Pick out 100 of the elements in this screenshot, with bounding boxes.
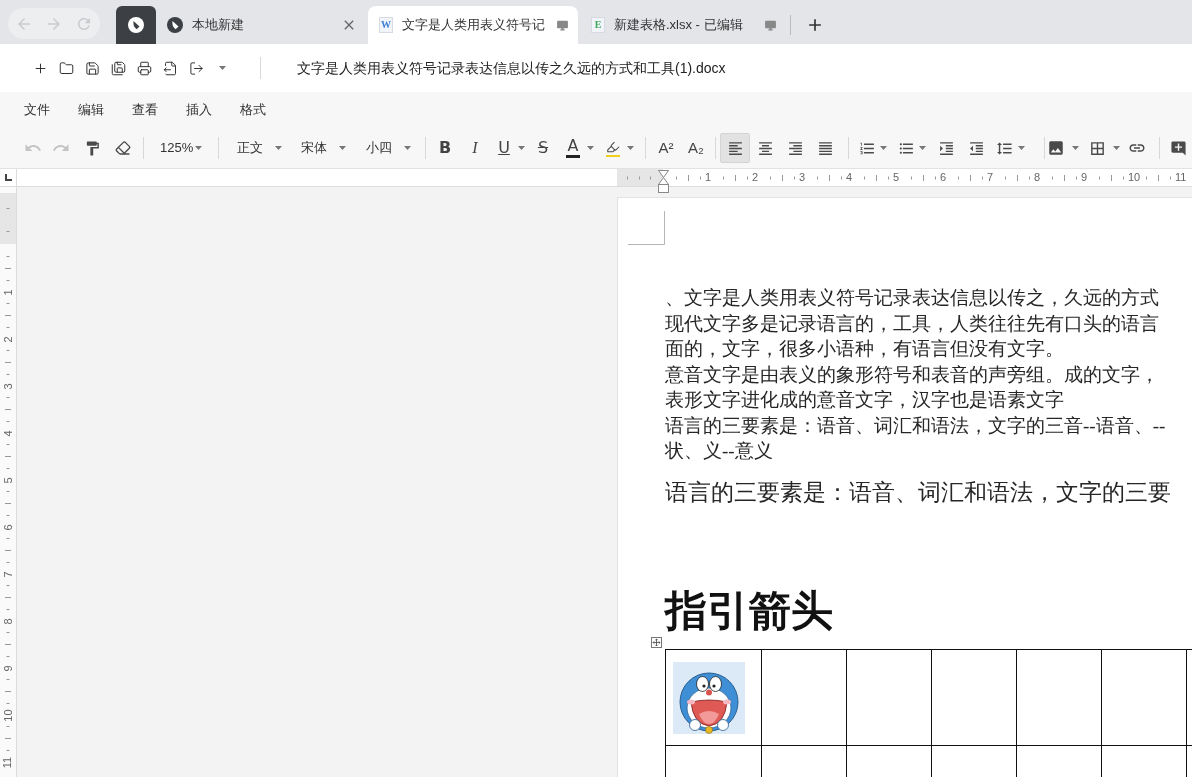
ruler-number: 2: [2, 336, 14, 343]
ruler-ticks-drawing: [1052, 174, 1077, 181]
ruler-number: 1: [705, 172, 712, 183]
underline-button[interactable]: U: [490, 134, 529, 162]
text-line: 语言的三要素是：语音、词汇和语法，文字的三要: [665, 478, 1171, 507]
zoom-dropdown[interactable]: 125%: [150, 134, 212, 162]
ruler-number: 9: [2, 665, 14, 672]
text-line: 现代文字多是记录语言的，工具，人类往往先有口头的语言: [665, 311, 1159, 336]
ruler-ticks-drawing: [627, 174, 653, 181]
ruler-number: 6: [2, 524, 14, 531]
browser-tab[interactable]: 本地新建: [156, 6, 366, 44]
caret-icon: [218, 66, 226, 70]
text-line: 面的，文字，很多小语种，有语言但没有文字。: [665, 337, 1064, 361]
align-left-button[interactable]: [720, 133, 750, 163]
caret-icon: [880, 146, 887, 150]
ruler-ticks-drawing: [958, 174, 983, 181]
menu-item[interactable]: 插入: [172, 96, 226, 124]
ruler-number: 7: [2, 571, 14, 578]
ruler-ticks-drawing: [1099, 174, 1124, 181]
ruler-ticks-drawing: [1146, 174, 1171, 181]
ruler-number: 8: [1034, 172, 1041, 183]
menu-item[interactable]: 格式: [226, 96, 280, 124]
file-type-badge: W: [379, 17, 393, 33]
save-icon: [84, 60, 100, 76]
align-center-icon: [756, 139, 774, 157]
ruler-number: 3: [799, 172, 806, 183]
subscript-button[interactable]: A₂: [682, 134, 710, 162]
monitor-icon: [556, 18, 569, 32]
browser-tab[interactable]: W 文字是人类用表义符号记: [368, 6, 578, 44]
font-size-dropdown[interactable]: 小四: [354, 134, 419, 162]
menu-item[interactable]: 文件: [10, 96, 64, 124]
ruler-ticks-drawing: [5, 491, 11, 516]
caret-icon: [404, 146, 411, 150]
style-dropdown[interactable]: 正文: [225, 134, 290, 162]
superscript-button[interactable]: A²: [652, 134, 680, 162]
indent-marker-icon[interactable]: [658, 170, 669, 193]
folder-icon: [58, 60, 74, 76]
ruler-ticks-drawing: [817, 174, 842, 181]
ruler-ticks-drawing: [5, 726, 11, 751]
caret-icon: [1072, 146, 1079, 150]
caret-icon: [627, 146, 634, 150]
ruler-ticks-drawing: [1005, 174, 1030, 181]
printer-icon: [136, 60, 152, 76]
tab-stop-icon[interactable]: [4, 174, 12, 181]
ruler-ticks-drawing: [864, 174, 889, 181]
ruler-number: 11: [2, 756, 14, 769]
ruler-number: 7: [987, 172, 994, 183]
font-color-button[interactable]: A: [559, 134, 599, 162]
ruler-ticks-drawing: [5, 585, 11, 610]
ruler-ticks-drawing: [5, 538, 11, 563]
logo-icon: [128, 17, 144, 33]
caret-icon: [518, 146, 525, 150]
browser-tab[interactable]: E 新建表格.xlsx - 已编辑: [580, 6, 786, 44]
text-line: 语言的三要素是：语音、词汇和语法，文字的三音--语音、--: [665, 413, 1166, 438]
eraser-icon: [115, 140, 131, 156]
ruler-number: 3: [2, 383, 14, 390]
caret-icon: [919, 146, 926, 150]
ruler-ticks-drawing: [5, 397, 11, 422]
caret-icon: [275, 146, 282, 150]
monitor-icon: [764, 18, 777, 32]
justify-icon: [816, 139, 834, 157]
ruler-number: 6: [940, 172, 947, 183]
save-as-icon: [110, 60, 126, 76]
ruler-ticks-drawing: [676, 174, 701, 181]
image-icon: [1047, 139, 1065, 157]
ruler-ticks-drawing: [723, 174, 748, 181]
add-comment-icon: [1169, 139, 1187, 157]
ruler-number: 10: [1128, 172, 1141, 183]
ruler-number: 10: [2, 709, 14, 722]
ruler-ticks-drawing: [5, 256, 11, 281]
text-line: 意音文字是由表义的象形符号和表音的声旁组。成的文字，: [665, 362, 1159, 387]
menu-item[interactable]: 查看: [118, 96, 172, 124]
ruler-number: 4: [2, 430, 14, 437]
ruler-ticks-drawing: [911, 174, 936, 181]
text-line: 、文字是人类用表义符号记录表达信息以传之，久远的方式: [665, 286, 1159, 310]
text-line: 表形文字进化成的意音文字，汉字也是语素文字: [665, 388, 1064, 412]
ruler-ticks-drawing: [5, 350, 11, 375]
ruler-number: 2: [752, 172, 759, 183]
bold-button[interactable]: B: [431, 134, 459, 162]
table-grid-icon: [1088, 139, 1106, 157]
logo-icon: [167, 17, 183, 33]
indent-increase-icon: [937, 139, 955, 157]
highlighter-icon: [606, 139, 620, 157]
font-dropdown[interactable]: 宋体: [290, 134, 354, 162]
page-corner-mark-icon: [628, 211, 665, 245]
italic-button[interactable]: I: [461, 134, 489, 162]
ruler-ticks-drawing: [770, 174, 795, 181]
ruler-number: 5: [2, 477, 14, 484]
home-tab[interactable]: [116, 6, 156, 44]
indent-decrease-icon: [967, 139, 985, 157]
tab-title: 本地新建: [192, 16, 244, 35]
ruler-ticks-drawing: [5, 679, 11, 704]
ruler-ticks-drawing: [5, 208, 11, 233]
table-move-handle-icon[interactable]: [651, 636, 662, 648]
tab-title: 文字是人类用表义符号记: [402, 16, 545, 35]
ruler-ticks-drawing: [5, 632, 11, 657]
menu-item[interactable]: 编辑: [64, 96, 118, 124]
ruler-number: 9: [1081, 172, 1088, 183]
plus-icon: [32, 60, 48, 76]
strikethrough-button[interactable]: S: [529, 134, 557, 162]
